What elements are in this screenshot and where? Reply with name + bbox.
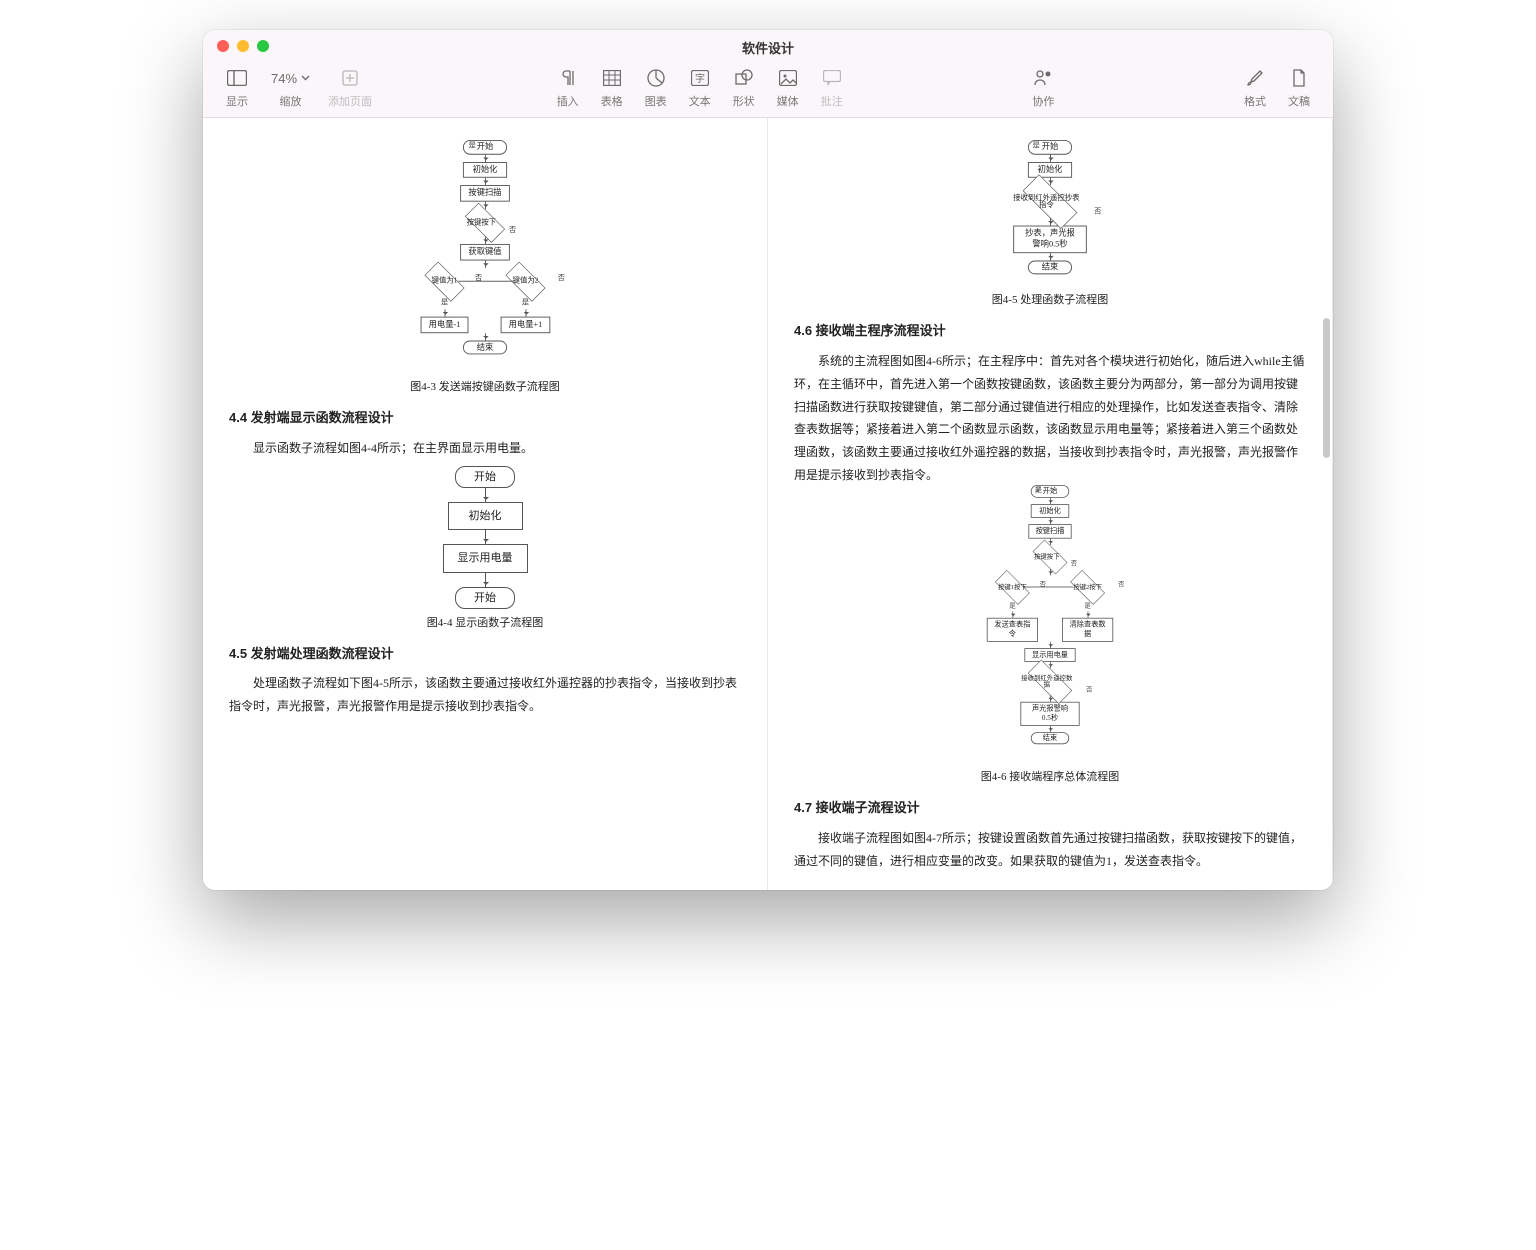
caption-4-5: 图4-5 处理函数子流程图 — [794, 290, 1306, 311]
page-left: 开始 初始化 按键扫描 按键按下否 是 获取键值 键值为1 是 用电量-1 键值… — [203, 118, 768, 890]
window-title: 软件设计 — [742, 38, 794, 57]
image-icon — [779, 66, 797, 90]
addpage-icon — [342, 66, 358, 90]
document-area[interactable]: 开始 初始化 按键扫描 按键按下否 是 获取键值 键值为1 是 用电量-1 键值… — [203, 118, 1333, 890]
chart-button[interactable]: 图表 — [634, 64, 678, 111]
toolbar: 显示 74% 缩放 添加页面 插入 表格 图表 字文本 形状 媒体 批注 协作 … — [203, 58, 1333, 118]
collab-button[interactable]: 协作 — [1021, 64, 1065, 111]
paragraph-4-7: 接收端子流程图如图4-7所示；按键设置函数首先通过按键扫描函数，获取按键按下的键… — [794, 827, 1306, 873]
brush-icon — [1246, 66, 1264, 90]
fullscreen-icon[interactable] — [257, 40, 269, 52]
document-icon — [1291, 66, 1307, 90]
sidebar-icon — [227, 66, 247, 90]
addpage-button: 添加页面 — [322, 64, 378, 111]
paragraph-icon — [560, 66, 576, 90]
comment-button: 批注 — [810, 64, 854, 111]
table-icon — [603, 66, 621, 90]
textbox-icon: 字 — [691, 66, 709, 90]
text-button[interactable]: 字文本 — [678, 64, 722, 111]
heading-4-6: 4.6 接收端主程序流程设计 — [794, 319, 1306, 344]
shape-button[interactable]: 形状 — [722, 64, 766, 111]
caption-4-4: 图4-4 显示函数子流程图 — [229, 613, 741, 634]
media-button[interactable]: 媒体 — [766, 64, 810, 111]
svg-text:字: 字 — [695, 72, 705, 85]
document-button[interactable]: 文稿 — [1277, 64, 1321, 111]
paragraph-4-6: 系统的主流程图如图4-6所示；在主程序中：首先对各个模块进行初始化，随后进入wh… — [794, 350, 1306, 487]
titlebar: 软件设计 — [203, 30, 1333, 58]
heading-4-4: 4.4 发射端显示函数流程设计 — [229, 406, 741, 431]
heading-4-7: 4.7 接收端子流程设计 — [794, 796, 1306, 821]
format-button[interactable]: 格式 — [1233, 64, 1277, 111]
caption-4-6: 图4-6 接收端程序总体流程图 — [794, 767, 1306, 788]
flowchart-4-3: 开始 初始化 按键扫描 按键按下否 是 获取键值 键值为1 是 用电量-1 键值… — [249, 140, 720, 355]
caption-4-3: 图4-3 发送端按键函数子流程图 — [229, 377, 741, 398]
table-button[interactable]: 表格 — [590, 64, 634, 111]
close-icon[interactable] — [217, 40, 229, 52]
flowchart-4-5: 开始 初始化 接收到红外遥控抄表指令否 是 抄表，声光报警响0.5秒 结束 — [814, 140, 1285, 275]
zoom-button[interactable]: 74% 缩放 — [259, 64, 322, 111]
insert-button[interactable]: 插入 — [546, 64, 590, 111]
page-right: 开始 初始化 接收到红外遥控抄表指令否 是 抄表，声光报警响0.5秒 结束 图4… — [768, 118, 1333, 890]
view-button[interactable]: 显示 — [215, 64, 259, 111]
paragraph-4-5: 处理函数子流程如下图4-5所示，该函数主要通过接收红外遥控器的抄表指令，当接收到… — [229, 672, 741, 718]
app-window: 软件设计 显示 74% 缩放 添加页面 插入 表格 图表 字文本 形状 媒体 — [203, 30, 1333, 890]
flowchart-4-6: 开始 初始化 按键扫描 按键按下否 是 按键1按下 是 发送查表指令 按键2按下… — [845, 485, 1255, 745]
chevron-down-icon — [301, 75, 310, 81]
piechart-icon — [647, 66, 665, 90]
comment-icon — [823, 66, 841, 90]
shape-icon — [735, 66, 753, 90]
flowchart-4-4: 开始 初始化 显示用电量 开始 — [229, 466, 741, 609]
heading-4-5: 4.5 发射端处理函数流程设计 — [229, 642, 741, 667]
minimize-icon[interactable] — [237, 40, 249, 52]
traffic-lights — [217, 40, 269, 52]
zoom-value: 74% — [265, 66, 316, 90]
collab-icon — [1033, 66, 1053, 90]
paragraph-4-4: 显示函数子流程如图4-4所示；在主界面显示用电量。 — [229, 437, 741, 460]
scrollbar-thumb[interactable] — [1323, 318, 1330, 458]
